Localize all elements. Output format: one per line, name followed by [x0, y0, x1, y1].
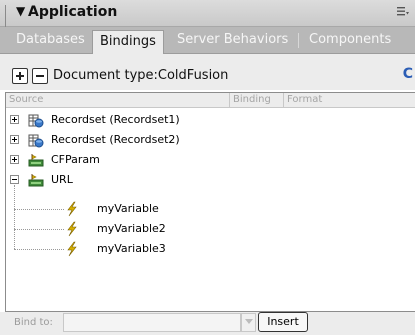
panel-titlebar[interactable]: ▼ Application — [0, 0, 415, 37]
tab-separator — [298, 33, 299, 48]
column-header-format[interactable]: Format — [284, 93, 414, 107]
tree-row-recordset2[interactable]: Recordset (Recordset2) — [6, 131, 406, 149]
tree-row-label: CFParam — [51, 153, 100, 166]
recordset-icon — [28, 134, 44, 148]
url-icon — [28, 174, 44, 187]
tab-components[interactable]: Components — [302, 27, 398, 53]
document-type-label: Document type:ColdFusion — [53, 68, 229, 83]
expand-toggle-icon[interactable] — [10, 115, 19, 124]
tab-databases[interactable]: Databases — [9, 27, 92, 53]
gripper-icon[interactable] — [5, 5, 10, 37]
tree-row-child[interactable]: myVariable3 — [6, 240, 406, 258]
tree-row-recordset1[interactable]: Recordset (Recordset1) — [6, 111, 406, 129]
expand-toggle-icon[interactable] — [10, 135, 19, 144]
refresh-icon[interactable]: C — [403, 66, 413, 82]
grid-header: Source Binding Format — [6, 93, 415, 108]
lightning-bolt-icon — [67, 221, 77, 237]
tree-row-url[interactable]: URL — [6, 171, 406, 189]
collapse-triangle-icon[interactable]: ▼ — [16, 4, 25, 18]
bind-to-label: Bind to: — [14, 317, 53, 328]
panel-options-icon[interactable] — [397, 6, 409, 18]
panel-title[interactable]: Application — [28, 4, 117, 20]
tree-child-label: myVariable — [97, 202, 159, 215]
lightning-bolt-icon — [67, 241, 77, 257]
insert-button[interactable]: Insert — [258, 312, 308, 332]
cfparam-icon — [28, 154, 44, 167]
add-binding-button[interactable] — [12, 68, 28, 84]
column-header-binding[interactable]: Binding — [230, 93, 284, 107]
collapse-toggle-icon[interactable] — [10, 175, 19, 184]
expand-toggle-icon[interactable] — [10, 155, 19, 164]
bind-to-bar: Bind to: Insert — [0, 312, 415, 335]
bindings-toolbar: Document type:ColdFusion C — [0, 54, 415, 90]
tree-child-label: myVariable3 — [97, 242, 166, 255]
tree-row-child[interactable]: myVariable — [6, 200, 406, 218]
tree-child-label: myVariable2 — [97, 222, 166, 235]
tree-row-label: Recordset (Recordset1) — [51, 113, 180, 126]
tree-row-child[interactable]: myVariable2 — [6, 220, 406, 238]
column-header-source[interactable]: Source — [6, 93, 230, 107]
tree-row-label: URL — [51, 173, 73, 186]
tab-server-behaviors[interactable]: Server Behaviors — [170, 27, 295, 53]
tab-bar: Databases Bindings Server Behaviors Comp… — [0, 27, 415, 55]
bind-to-dropdown-button[interactable] — [241, 313, 256, 332]
recordset-icon — [28, 114, 44, 128]
chevron-down-icon — [245, 319, 253, 324]
bind-to-select[interactable] — [63, 313, 241, 332]
tab-bindings[interactable]: Bindings — [92, 30, 164, 55]
tree-row-cfparam[interactable]: CFParam — [6, 151, 406, 169]
remove-binding-button[interactable] — [32, 68, 48, 84]
minus-icon — [36, 75, 44, 77]
lightning-bolt-icon — [67, 201, 77, 217]
bindings-tree[interactable]: Source Binding Format Recordset (Records… — [5, 92, 415, 312]
tree-row-label: Recordset (Recordset2) — [51, 133, 180, 146]
